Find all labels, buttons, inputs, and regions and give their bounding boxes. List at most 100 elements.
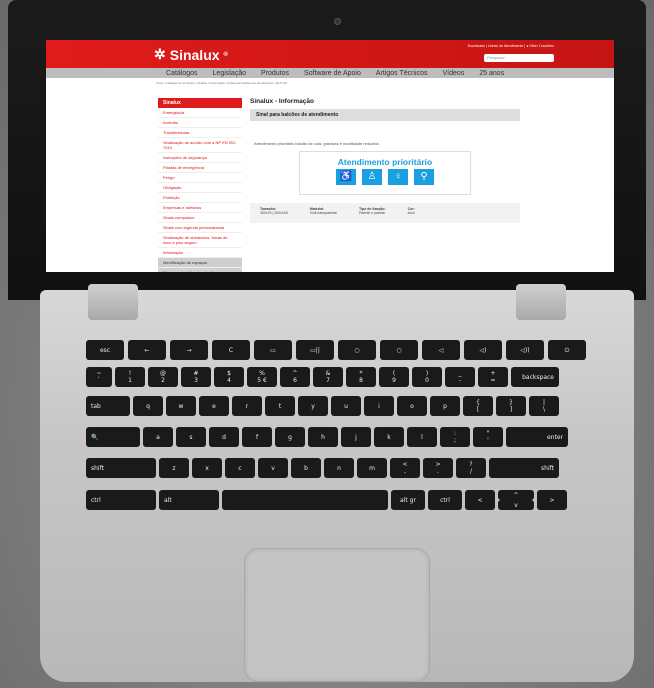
key[interactable]: [222, 490, 388, 510]
key[interactable]: s: [176, 427, 206, 447]
key[interactable]: { [: [463, 396, 493, 416]
key[interactable]: @ 2: [148, 367, 178, 387]
key[interactable]: tab: [86, 396, 130, 416]
key[interactable]: i: [364, 396, 394, 416]
key[interactable]: ←: [128, 340, 166, 360]
key[interactable]: ○: [380, 340, 418, 360]
key[interactable]: > .: [423, 458, 453, 478]
key[interactable]: o: [397, 396, 427, 416]
sidebar-header[interactable]: Sinalux: [158, 98, 242, 108]
key[interactable]: < ,: [390, 458, 420, 478]
key[interactable]: alt gr: [391, 490, 425, 510]
menu-item[interactable]: Vídeos: [442, 70, 464, 77]
key[interactable]: $ 4: [214, 367, 244, 387]
key[interactable]: ▭: [254, 340, 292, 360]
key[interactable]: & 7: [313, 367, 343, 387]
key[interactable]: _ -: [445, 367, 475, 387]
key[interactable]: ~ `: [86, 367, 112, 387]
menu-item[interactable]: 25 anos: [479, 70, 504, 77]
key[interactable]: y: [298, 396, 328, 416]
sidebar-item[interactable]: Incêndio: [158, 118, 242, 128]
key[interactable]: ! 1: [115, 367, 145, 387]
sidebar-item[interactable]: Sinais com legenda personalizada: [158, 223, 242, 233]
key[interactable]: 🔍: [86, 427, 140, 447]
touchpad[interactable]: [244, 548, 430, 682]
key[interactable]: v: [258, 458, 288, 478]
key[interactable]: enter: [506, 427, 568, 447]
key[interactable]: b: [291, 458, 321, 478]
key[interactable]: n: [324, 458, 354, 478]
sidebar-item[interactable]: Sinalização de acordo com a NP EN ISO 70…: [158, 138, 242, 153]
key[interactable]: ctrl: [86, 490, 156, 510]
search-input[interactable]: Pesquisar: [484, 54, 554, 62]
key[interactable]: | \: [529, 396, 559, 416]
key[interactable]: ^: [498, 490, 534, 500]
sidebar-item[interactable]: Sinalização de obstáculos, faixas de ris…: [158, 233, 242, 248]
key[interactable]: shift: [86, 458, 156, 478]
key[interactable]: m: [357, 458, 387, 478]
key[interactable]: g: [275, 427, 305, 447]
menu-item[interactable]: Produtos: [261, 70, 289, 77]
menu-item[interactable]: Legislação: [213, 70, 246, 77]
key[interactable]: ^ 6: [280, 367, 310, 387]
key[interactable]: ○: [338, 340, 376, 360]
key[interactable]: l: [407, 427, 437, 447]
key[interactable]: ◁)): [506, 340, 544, 360]
key[interactable]: + =: [478, 367, 508, 387]
key[interactable]: q: [133, 396, 163, 416]
key[interactable]: j: [341, 427, 371, 447]
breadcrumb[interactable]: Início / Catálogo de Produtos / Sinalux …: [46, 78, 614, 87]
key[interactable]: e: [199, 396, 229, 416]
key[interactable]: h: [308, 427, 338, 447]
key[interactable]: ◁: [422, 340, 460, 360]
key[interactable]: esc: [86, 340, 124, 360]
key[interactable]: " ': [473, 427, 503, 447]
sidebar-item[interactable]: Identificação de espaços: [158, 258, 242, 268]
key[interactable]: p: [430, 396, 460, 416]
key[interactable]: r: [232, 396, 262, 416]
sidebar-item[interactable]: Instruções de segurança: [158, 153, 242, 163]
key[interactable]: : ;: [440, 427, 470, 447]
key[interactable]: C: [212, 340, 250, 360]
key[interactable]: ) 0: [412, 367, 442, 387]
key[interactable]: <: [465, 490, 495, 510]
key[interactable]: →: [170, 340, 208, 360]
brand-logo[interactable]: ✲ Sinalux ®: [154, 46, 228, 63]
key[interactable]: >: [537, 490, 567, 510]
key[interactable]: z: [159, 458, 189, 478]
key[interactable]: alt: [159, 490, 219, 510]
key[interactable]: k: [374, 427, 404, 447]
key[interactable]: f: [242, 427, 272, 447]
menu-item[interactable]: Artigos Técnicos: [376, 70, 428, 77]
key[interactable]: w: [166, 396, 196, 416]
key[interactable]: x: [192, 458, 222, 478]
key[interactable]: c: [225, 458, 255, 478]
key[interactable]: ( 9: [379, 367, 409, 387]
menu-item[interactable]: Software de Apoio: [304, 70, 361, 77]
sidebar-item[interactable]: Plantas de emergência: [158, 163, 242, 173]
key[interactable]: % 5 €: [247, 367, 277, 387]
key[interactable]: shift: [489, 458, 559, 478]
key[interactable]: # 3: [181, 367, 211, 387]
key[interactable]: ▭||: [296, 340, 334, 360]
key[interactable]: d: [209, 427, 239, 447]
key[interactable]: ◁): [464, 340, 502, 360]
sidebar-item[interactable]: Sinais compostos: [158, 213, 242, 223]
key[interactable]: * 8: [346, 367, 376, 387]
sidebar-item[interactable]: Proibição: [158, 193, 242, 203]
sidebar-item[interactable]: Emergência: [158, 108, 242, 118]
sidebar-item[interactable]: Empresas e adesivos: [158, 203, 242, 213]
key[interactable]: backspace: [511, 367, 559, 387]
key[interactable]: a: [143, 427, 173, 447]
menu-item[interactable]: Catálogos: [166, 70, 198, 77]
sidebar-item[interactable]: Sinal para balcões de atendimento: [158, 268, 242, 272]
sidebar-item[interactable]: Transferências: [158, 128, 242, 138]
key[interactable]: v: [498, 500, 534, 510]
sidebar-item[interactable]: Obrigação: [158, 183, 242, 193]
key[interactable]: ? /: [456, 458, 486, 478]
key[interactable]: ctrl: [428, 490, 462, 510]
key[interactable]: t: [265, 396, 295, 416]
key[interactable]: ⏻: [548, 340, 586, 360]
key[interactable]: } ]: [496, 396, 526, 416]
sidebar-item[interactable]: Perigo: [158, 173, 242, 183]
